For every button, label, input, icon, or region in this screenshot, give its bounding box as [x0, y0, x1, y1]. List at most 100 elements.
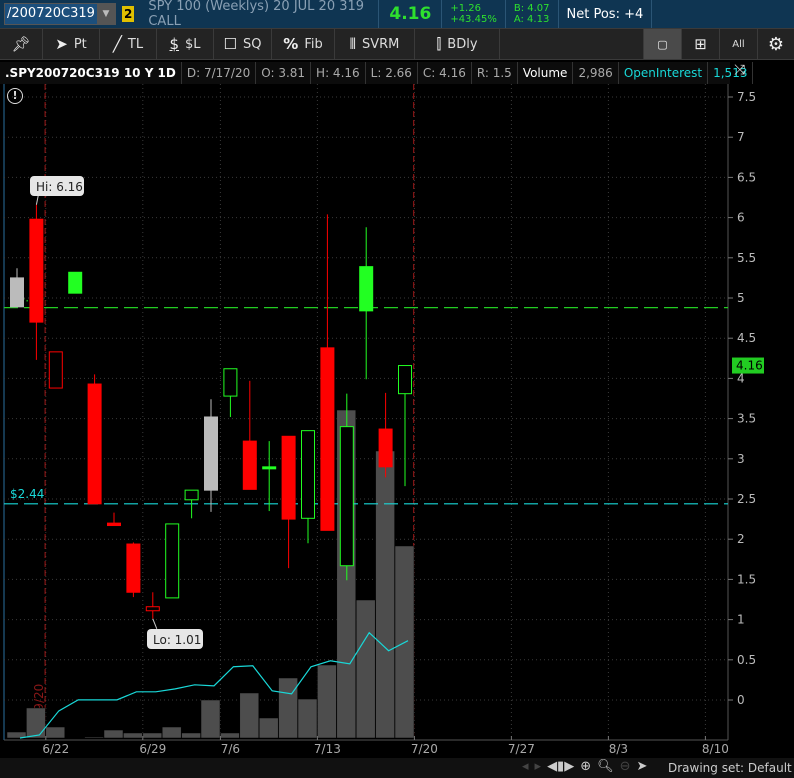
bid: B: 4.07	[513, 3, 550, 14]
ask: A: 4.13	[513, 14, 550, 25]
price-tick-label: 3.5	[737, 412, 756, 426]
date-tick-label: 7/27	[508, 742, 535, 756]
volume-bar	[45, 726, 66, 739]
candle-body	[339, 426, 354, 567]
date-tick-label: 6/29	[139, 742, 166, 756]
candle-body	[398, 365, 412, 395]
hi-callout-label: Hi: 6.16	[36, 180, 83, 194]
volume-bar	[123, 732, 143, 739]
volume-label[interactable]: Volume	[518, 62, 574, 84]
volume-bar	[103, 729, 124, 739]
price-level-button[interactable]: $ $L	[157, 29, 214, 59]
candle-body	[87, 383, 102, 505]
info-low: L: 2.66	[366, 62, 418, 84]
pin-icon: 📌︎	[11, 35, 31, 53]
pointer-label: Pt	[73, 36, 87, 52]
bid-ask: B: 4.07 A: 4.13	[506, 3, 558, 25]
candle-body	[301, 430, 315, 519]
square-button[interactable]: ☐ SQ	[214, 29, 272, 59]
price-tick-label: 7.5	[737, 90, 756, 104]
open-interest-value: 1,513	[708, 62, 754, 84]
drawing-set[interactable]: Drawing set: Default	[668, 761, 792, 775]
price-chart[interactable]: 6/19/207/17/20 $4.88$2.44 7.576.565.554.…	[0, 0, 794, 778]
square-label: SQ	[242, 36, 262, 52]
price-tick-label: 6	[737, 211, 745, 225]
candle-body	[126, 543, 141, 593]
pin-button[interactable]: 📌︎	[0, 29, 43, 59]
price-tick-label: 1	[737, 613, 745, 627]
grid-layout-button[interactable]: ⊞	[682, 29, 720, 59]
volume-bar	[181, 732, 201, 739]
bdly-button[interactable]: ⫿ BDly	[415, 29, 500, 59]
candle-body	[242, 440, 257, 490]
price-level-label: $L	[185, 36, 201, 52]
pan-icon[interactable]: ◀▮▶	[547, 759, 574, 774]
candle-body	[107, 522, 121, 527]
crosshair-icon[interactable]: ⊕	[580, 759, 591, 774]
volume-bar	[258, 717, 279, 739]
candle-body	[184, 489, 199, 501]
svrm-label: SVRM	[361, 36, 400, 52]
link-group-badge[interactable]: 2	[122, 6, 135, 22]
percent-icon: %	[283, 35, 299, 53]
volume-bar	[239, 692, 260, 739]
price-tick-label: 0	[737, 693, 745, 707]
settings-button[interactable]: ⚙	[758, 29, 794, 59]
volume-bar	[220, 732, 240, 739]
candle-body	[378, 428, 393, 468]
test-tubes-icon: ⫴	[349, 35, 356, 53]
zoom-in-icon[interactable]: 🔍︎	[597, 759, 614, 774]
change-percent: +43.45%	[450, 14, 497, 25]
single-layout-icon: ▢	[657, 37, 668, 51]
scroll-left-icon[interactable]: ◂	[522, 759, 529, 774]
volume-bar	[317, 664, 337, 739]
volume-bar	[278, 677, 298, 739]
date-tick-label: 8/10	[702, 742, 729, 756]
volume-bar	[161, 726, 182, 739]
all-label: All	[732, 38, 745, 50]
volume-bar	[26, 707, 46, 739]
date-tick-label: 8/3	[609, 742, 628, 756]
single-layout-button[interactable]: ▢	[644, 29, 682, 59]
date-tick-label: 7/20	[411, 742, 438, 756]
alert-icon[interactable]: !	[7, 88, 23, 104]
price-tick-label: 7	[737, 130, 745, 144]
net-position: Net Pos: +4	[566, 6, 644, 22]
price-tick-label: 5	[737, 291, 745, 305]
symbol-input[interactable]: /200720C319	[5, 4, 97, 24]
candle-body	[204, 416, 218, 491]
trendline-button[interactable]: ╱ TL	[100, 29, 157, 59]
info-close: C: 4.16	[418, 62, 472, 84]
cursor-icon[interactable]: ➤	[637, 759, 648, 774]
change-value: +1.26	[450, 3, 481, 14]
price-tick-label: 4.5	[737, 331, 756, 345]
candle-body	[281, 435, 296, 520]
lo-callout-label: Lo: 1.01	[153, 633, 201, 647]
volume-bar	[142, 732, 163, 739]
candle-body	[48, 351, 63, 389]
gear-icon: ⚙	[767, 33, 785, 55]
symbol-selector[interactable]: /200720C319 ▼	[4, 3, 116, 25]
trendline-label: TL	[127, 36, 144, 52]
pointer-button[interactable]: ➤ Pt	[43, 29, 100, 59]
price-tick-label: 1.5	[737, 572, 756, 586]
chevron-down-icon[interactable]: ▼	[97, 4, 115, 24]
all-button[interactable]: All	[720, 29, 758, 59]
fibonacci-button[interactable]: % Fib	[272, 29, 335, 59]
volume-bar	[200, 699, 221, 739]
scroll-right-icon[interactable]: ▸	[535, 759, 542, 774]
grid-layout-icon: ⊞	[694, 35, 707, 53]
chart-style-icon[interactable]: ⤨	[734, 62, 745, 78]
volume-bar	[355, 599, 376, 739]
svrm-button[interactable]: ⫴ SVRM	[335, 29, 415, 59]
candle-body	[165, 523, 180, 599]
info-date: D: 7/17/20	[182, 62, 257, 84]
last-price: 4.16	[389, 4, 432, 24]
price-level-icon: $	[169, 35, 180, 53]
candle-body	[223, 368, 238, 397]
candle-body	[29, 218, 44, 323]
info-high: H: 4.16	[311, 62, 366, 84]
open-interest-label[interactable]: OpenInterest	[619, 62, 709, 84]
trendline-icon: ╱	[112, 35, 122, 53]
zoom-out-icon[interactable]: ⊖	[620, 759, 631, 774]
